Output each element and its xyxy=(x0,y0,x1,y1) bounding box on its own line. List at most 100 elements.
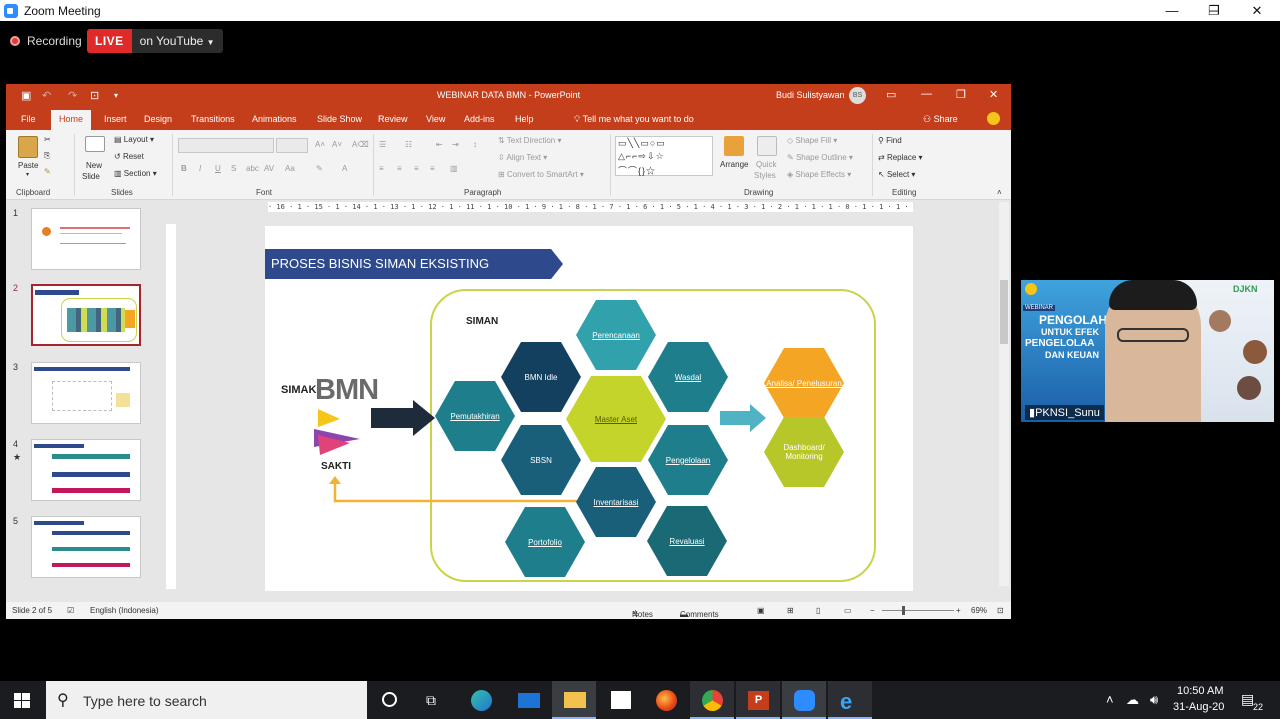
window-restore-button[interactable]: ❐ xyxy=(1194,0,1234,21)
tab-add-ins[interactable]: Add-ins xyxy=(464,114,495,124)
taskbar-mail[interactable] xyxy=(506,681,550,719)
collapse-ribbon-icon[interactable]: ˄ xyxy=(997,188,1002,197)
font-size-select[interactable] xyxy=(276,138,308,153)
taskbar-zoom[interactable] xyxy=(782,681,826,719)
new-slide-label[interactable]: New xyxy=(86,161,102,170)
tab-insert[interactable]: Insert xyxy=(104,114,127,124)
taskbar-store[interactable] xyxy=(598,681,642,719)
font-name-select[interactable] xyxy=(178,138,274,153)
cut-icon[interactable]: ✂ xyxy=(44,135,51,144)
tell-me-search[interactable]: 💡︎ Tell me what you want to do xyxy=(574,114,694,125)
slide-thumbnail-2[interactable] xyxy=(31,284,141,346)
slide-title[interactable]: PROSES BISNIS SIMAN EKSISTING xyxy=(271,256,489,271)
numbering-icon[interactable]: ☷ xyxy=(405,140,412,149)
italic-icon[interactable]: I xyxy=(199,164,201,173)
select-button[interactable]: ↖ Select ▾ xyxy=(878,170,915,179)
highlight-icon[interactable]: ✎ xyxy=(316,164,323,173)
new-slide-label-2[interactable]: Slide xyxy=(82,172,100,181)
arrange-icon[interactable] xyxy=(724,136,744,156)
layout-button[interactable]: ▤ Layout ▾ xyxy=(114,135,154,144)
replace-button[interactable]: ⇄ Replace ▾ xyxy=(878,153,923,162)
underline-icon[interactable]: U xyxy=(215,164,221,173)
avatar[interactable]: BS xyxy=(849,87,866,104)
feedback-smiley-icon[interactable] xyxy=(987,112,1000,125)
ppt-user-name[interactable]: Budi Sulistyawan xyxy=(776,90,845,100)
paste-dropdown-icon[interactable]: ▾ xyxy=(26,171,29,178)
volume-icon[interactable]: 🔊︎ xyxy=(1150,692,1158,708)
quick-styles-label[interactable]: Quick xyxy=(756,160,776,169)
participant-video[interactable]: WEBINAR PENGOLAH UNTUK EFEK PENGELOLAA D… xyxy=(1021,280,1274,422)
zoom-slider[interactable] xyxy=(882,610,954,611)
section-button[interactable]: ▥ Section ▾ xyxy=(114,169,157,178)
increase-font-icon[interactable]: A˄ xyxy=(315,140,325,149)
align-left-icon[interactable]: ≡ xyxy=(379,164,384,173)
paste-button[interactable]: Paste xyxy=(18,161,38,170)
tab-transitions[interactable]: Transitions xyxy=(191,114,235,124)
text-direction-button[interactable]: ⇅ Text Direction ▾ xyxy=(498,136,562,145)
clear-formatting-icon[interactable]: A⌫ xyxy=(352,140,369,149)
network-icon[interactable]: ☁ xyxy=(1126,692,1139,708)
copy-icon[interactable]: ⎘ xyxy=(44,151,50,161)
start-button[interactable] xyxy=(0,681,44,719)
ppt-restore-button[interactable]: ❐ xyxy=(956,88,966,101)
tab-review[interactable]: Review xyxy=(378,114,408,124)
zoom-level[interactable]: 69% xyxy=(971,606,987,615)
ribbon-display-options-icon[interactable]: ▭ xyxy=(886,88,896,101)
strikethrough-icon[interactable]: abc xyxy=(246,164,259,173)
convert-smartart-button[interactable]: ⊞ Convert to SmartArt ▾ xyxy=(498,170,584,179)
find-button[interactable]: ⚲ Find xyxy=(878,136,902,145)
spell-check-icon[interactable]: ☑ xyxy=(67,606,74,615)
align-text-button[interactable]: ⇳ Align Text ▾ xyxy=(498,153,547,162)
simak-label[interactable]: SIMAK xyxy=(281,384,316,396)
input-arrow-icon[interactable] xyxy=(371,400,437,436)
font-color-icon[interactable]: A xyxy=(342,164,347,173)
sakti-label[interactable]: SAKTI xyxy=(321,461,351,472)
shadow-icon[interactable]: S xyxy=(231,164,236,173)
decrease-font-icon[interactable]: A˅ xyxy=(332,140,342,149)
slideshow-view-icon[interactable]: ▭ xyxy=(844,606,852,615)
slide-canvas[interactable]: PROSES BISNIS SIMAN EKSISTING SIMAN SIMA… xyxy=(265,226,913,591)
language-status[interactable]: English (Indonesia) xyxy=(90,606,158,615)
bullets-icon[interactable]: ☰ xyxy=(379,140,386,149)
tab-slide-show[interactable]: Slide Show xyxy=(317,114,362,124)
justify-icon[interactable]: ≡ xyxy=(430,164,435,173)
tab-view[interactable]: View xyxy=(426,114,445,124)
live-destination[interactable]: on YouTube ▼ xyxy=(131,29,223,53)
vertical-scrollbar[interactable] xyxy=(999,202,1009,586)
tab-file[interactable]: File xyxy=(21,114,36,124)
normal-view-icon[interactable]: ▣ xyxy=(757,606,765,615)
shapes-row-1[interactable]: ▭╲╲▭○▭ xyxy=(618,138,666,149)
live-stream-control[interactable]: LIVE on YouTube ▼ xyxy=(87,29,223,53)
shape-effects-button[interactable]: ◈ Shape Effects ▾ xyxy=(787,170,851,179)
window-close-button[interactable]: ✕ xyxy=(1237,0,1277,21)
sakti-logo-icon[interactable] xyxy=(310,409,364,457)
zoom-out-icon[interactable]: − xyxy=(870,606,875,615)
taskbar-file-explorer[interactable] xyxy=(552,681,596,719)
task-view-button[interactable]: ⧉ xyxy=(412,681,456,719)
arrange-button[interactable]: Arrange xyxy=(720,160,748,169)
taskbar-internet-explorer[interactable]: e xyxy=(828,681,872,719)
show-hidden-icons-icon[interactable]: ˄ xyxy=(1106,692,1114,707)
taskbar-powerpoint[interactable]: P xyxy=(736,681,780,719)
slide-thumbnail-4[interactable] xyxy=(31,439,141,501)
taskbar-edge[interactable] xyxy=(459,681,503,719)
slide-thumbnail-3[interactable] xyxy=(31,362,141,424)
shapes-row-2[interactable]: △⌐⌐⇨⇩☆ xyxy=(618,151,665,162)
ppt-minimize-button[interactable]: — xyxy=(921,88,932,100)
tab-help[interactable]: Help xyxy=(515,114,534,124)
fit-slide-icon[interactable]: ⊡ xyxy=(997,606,1004,615)
shape-outline-button[interactable]: ✎ Shape Outline ▾ xyxy=(787,153,853,162)
format-painter-icon[interactable]: ✎ xyxy=(44,167,51,176)
line-spacing-icon[interactable]: ↕ xyxy=(473,140,477,149)
ppt-close-button[interactable]: ✕ xyxy=(989,88,998,101)
share-button[interactable]: ⚇ Share xyxy=(923,114,958,125)
increase-indent-icon[interactable]: ⇥ xyxy=(452,140,459,149)
align-right-icon[interactable]: ≡ xyxy=(414,164,419,173)
tab-animations[interactable]: Animations xyxy=(252,114,297,124)
align-center-icon[interactable]: ≡ xyxy=(397,164,402,173)
quick-styles-icon[interactable] xyxy=(757,136,777,156)
tab-home[interactable]: Home xyxy=(51,110,92,130)
output-arrow-icon[interactable] xyxy=(720,404,768,432)
slide-sorter-icon[interactable]: ⊞ xyxy=(787,606,794,615)
recording-indicator[interactable]: Recording xyxy=(10,29,82,53)
